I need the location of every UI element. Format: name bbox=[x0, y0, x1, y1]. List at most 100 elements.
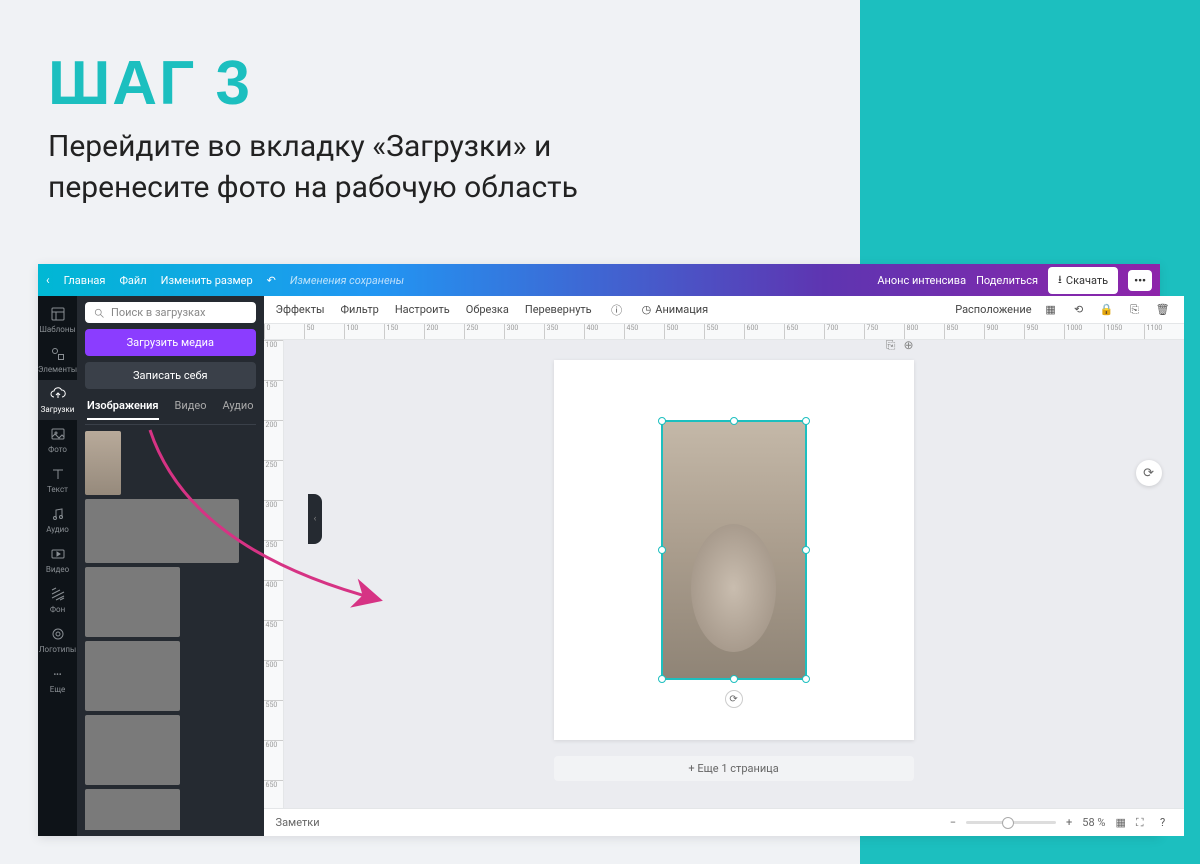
flip-button[interactable]: Перевернуть bbox=[525, 303, 592, 316]
lock-icon[interactable]: 🔒 bbox=[1098, 301, 1116, 319]
notes-button[interactable]: Заметки bbox=[276, 816, 320, 829]
top-menu-bar: ‹ Главная Файл Изменить размер ↶ Изменен… bbox=[38, 264, 1160, 296]
vertical-ruler: 1001502002503003504004505005506006507007… bbox=[264, 340, 284, 808]
video-icon bbox=[50, 546, 66, 562]
photo-icon bbox=[50, 426, 66, 442]
panel-collapse-handle[interactable]: ‹ bbox=[308, 494, 322, 544]
grid-view-icon[interactable]: ▦ bbox=[1115, 816, 1125, 829]
sidebar-item-templates[interactable]: Шаблоны bbox=[38, 300, 77, 340]
search-icon bbox=[93, 307, 105, 319]
resize-handle[interactable] bbox=[658, 417, 666, 425]
share-button[interactable]: Поделиться bbox=[976, 274, 1038, 287]
sidebar-item-photos[interactable]: Фото bbox=[38, 420, 77, 460]
resize-handle[interactable] bbox=[658, 546, 666, 554]
upload-thumbnail[interactable] bbox=[85, 715, 180, 785]
duplicate-icon[interactable]: ⎘ bbox=[1126, 301, 1144, 319]
canva-app-window: ‹ Главная Файл Изменить размер ↶ Изменен… bbox=[38, 264, 1160, 836]
toolbar-right: Расположение ▦ ⟲ 🔒 ⎘ 🗑 bbox=[955, 301, 1171, 319]
zoom-in-button[interactable]: + bbox=[1066, 816, 1072, 829]
sidebar-item-background[interactable]: Фон bbox=[38, 580, 77, 620]
topbar-left-group: ‹ Главная Файл Изменить размер ↶ Изменен… bbox=[46, 273, 404, 287]
sidebar-item-more[interactable]: •••Еще bbox=[38, 660, 77, 700]
resize-handle[interactable] bbox=[802, 417, 810, 425]
animate-button[interactable]: ◷Анимация bbox=[642, 303, 709, 316]
tab-images[interactable]: Изображения bbox=[87, 399, 158, 420]
canvas-area: Эффекты Фильтр Настроить Обрезка Перевер… bbox=[264, 296, 1184, 836]
more-menu-button[interactable]: ••• bbox=[1128, 270, 1152, 291]
upload-thumbnail[interactable] bbox=[85, 499, 239, 563]
step-description: Перейдите во вкладку «Загрузки» и перене… bbox=[48, 127, 578, 208]
image-content bbox=[691, 524, 776, 652]
resize-handle[interactable] bbox=[802, 675, 810, 683]
upload-thumbnail[interactable] bbox=[85, 789, 180, 830]
upload-media-button[interactable]: Загрузить медиа bbox=[85, 329, 256, 356]
zoom-slider[interactable] bbox=[966, 821, 1056, 824]
rotate-handle[interactable]: ⟳ bbox=[725, 690, 743, 708]
resize-handle[interactable] bbox=[730, 675, 738, 683]
sidebar-item-audio[interactable]: Аудио bbox=[38, 500, 77, 540]
horizontal-ruler: 0501001502002503003504004505005506006507… bbox=[264, 324, 1184, 340]
help-icon[interactable]: ? bbox=[1154, 814, 1172, 832]
adjust-button[interactable]: Настроить bbox=[395, 303, 450, 316]
design-page[interactable]: ⎘ ⊕ ⟳ bbox=[554, 360, 914, 740]
transparency-icon[interactable]: ▦ bbox=[1042, 301, 1060, 319]
search-input[interactable]: Поиск в загрузках bbox=[85, 302, 256, 323]
filter-button[interactable]: Фильтр bbox=[341, 303, 379, 316]
fullscreen-icon[interactable]: ⛶ bbox=[1136, 816, 1144, 830]
effects-button[interactable]: Эффекты bbox=[276, 303, 325, 316]
back-chevron-icon[interactable]: ‹ bbox=[46, 273, 50, 287]
logo-icon bbox=[50, 626, 66, 642]
media-type-tabs: Изображения Видео Аудио bbox=[85, 395, 256, 425]
text-icon bbox=[50, 466, 66, 482]
duplicate-page-icon[interactable]: ⎘ bbox=[886, 340, 896, 353]
topbar-right-group: Анонс интенсива Поделиться ⭳ Скачать ••• bbox=[877, 267, 1152, 294]
resize-menu[interactable]: Изменить размер bbox=[161, 274, 253, 287]
zoom-out-button[interactable]: − bbox=[950, 816, 956, 829]
context-toolbar: Эффекты Фильтр Настроить Обрезка Перевер… bbox=[264, 296, 1184, 324]
upload-thumbnail-selected[interactable] bbox=[85, 431, 121, 495]
zoom-level[interactable]: 58 % bbox=[1082, 816, 1105, 829]
page-actions: ⎘ ⊕ bbox=[886, 340, 914, 353]
add-page-button[interactable]: + Еще 1 страница bbox=[554, 756, 914, 781]
templates-icon bbox=[50, 306, 66, 322]
sidebar-item-elements[interactable]: Элементы bbox=[38, 340, 77, 380]
undo-icon[interactable]: ↶ bbox=[267, 274, 276, 287]
step-number-title: ШАГ 3 bbox=[48, 48, 578, 119]
music-icon bbox=[50, 506, 66, 522]
resize-handle[interactable] bbox=[658, 675, 666, 683]
document-title[interactable]: Анонс интенсива bbox=[877, 274, 966, 287]
position-button[interactable]: Расположение bbox=[955, 303, 1031, 316]
crop-button[interactable]: Обрезка bbox=[466, 303, 509, 316]
file-menu[interactable]: Файл bbox=[119, 274, 146, 287]
add-page-icon[interactable]: ⊕ bbox=[903, 340, 913, 353]
home-link[interactable]: Главная bbox=[64, 274, 106, 287]
upload-thumbnail[interactable] bbox=[85, 567, 180, 637]
selected-image[interactable]: ⟳ bbox=[661, 420, 807, 680]
elements-icon bbox=[50, 346, 66, 362]
background-icon bbox=[50, 586, 66, 602]
cloud-upload-icon bbox=[50, 386, 66, 402]
resize-handle[interactable] bbox=[730, 417, 738, 425]
download-button[interactable]: ⭳ Скачать bbox=[1048, 267, 1118, 294]
sidebar-item-text[interactable]: Текст bbox=[38, 460, 77, 500]
clock-icon: ◷ bbox=[642, 303, 652, 316]
toolbar-left: Эффекты Фильтр Настроить Обрезка Перевер… bbox=[276, 301, 709, 319]
info-icon[interactable]: ⓘ bbox=[608, 301, 626, 319]
workspace[interactable]: ⎘ ⊕ ⟳ bbox=[284, 340, 1184, 808]
save-status: Изменения сохранены bbox=[290, 274, 404, 287]
bottom-status-bar: Заметки − + 58 % ▦ ⛶ ? bbox=[264, 808, 1184, 836]
sidebar-item-uploads[interactable]: Загрузки bbox=[38, 380, 77, 420]
canvas-viewport: 1001502002503003504004505005506006507007… bbox=[264, 340, 1184, 808]
link-icon[interactable]: ⟲ bbox=[1070, 301, 1088, 319]
instruction-heading: ШАГ 3 Перейдите во вкладку «Загрузки» и … bbox=[48, 48, 578, 208]
record-yourself-button[interactable]: Записать себя bbox=[85, 362, 256, 389]
sidebar-item-video[interactable]: Видео bbox=[38, 540, 77, 580]
resize-handle[interactable] bbox=[802, 546, 810, 554]
delete-icon[interactable]: 🗑 bbox=[1154, 301, 1172, 319]
sidebar-item-logos[interactable]: Логотипы bbox=[38, 620, 77, 660]
upload-thumbnail[interactable] bbox=[85, 641, 180, 711]
tab-video[interactable]: Видео bbox=[175, 399, 207, 420]
tab-audio[interactable]: Аудио bbox=[222, 399, 253, 420]
refresh-float-button[interactable]: ⟳ bbox=[1136, 460, 1162, 486]
thumbnail-grid bbox=[85, 431, 256, 830]
